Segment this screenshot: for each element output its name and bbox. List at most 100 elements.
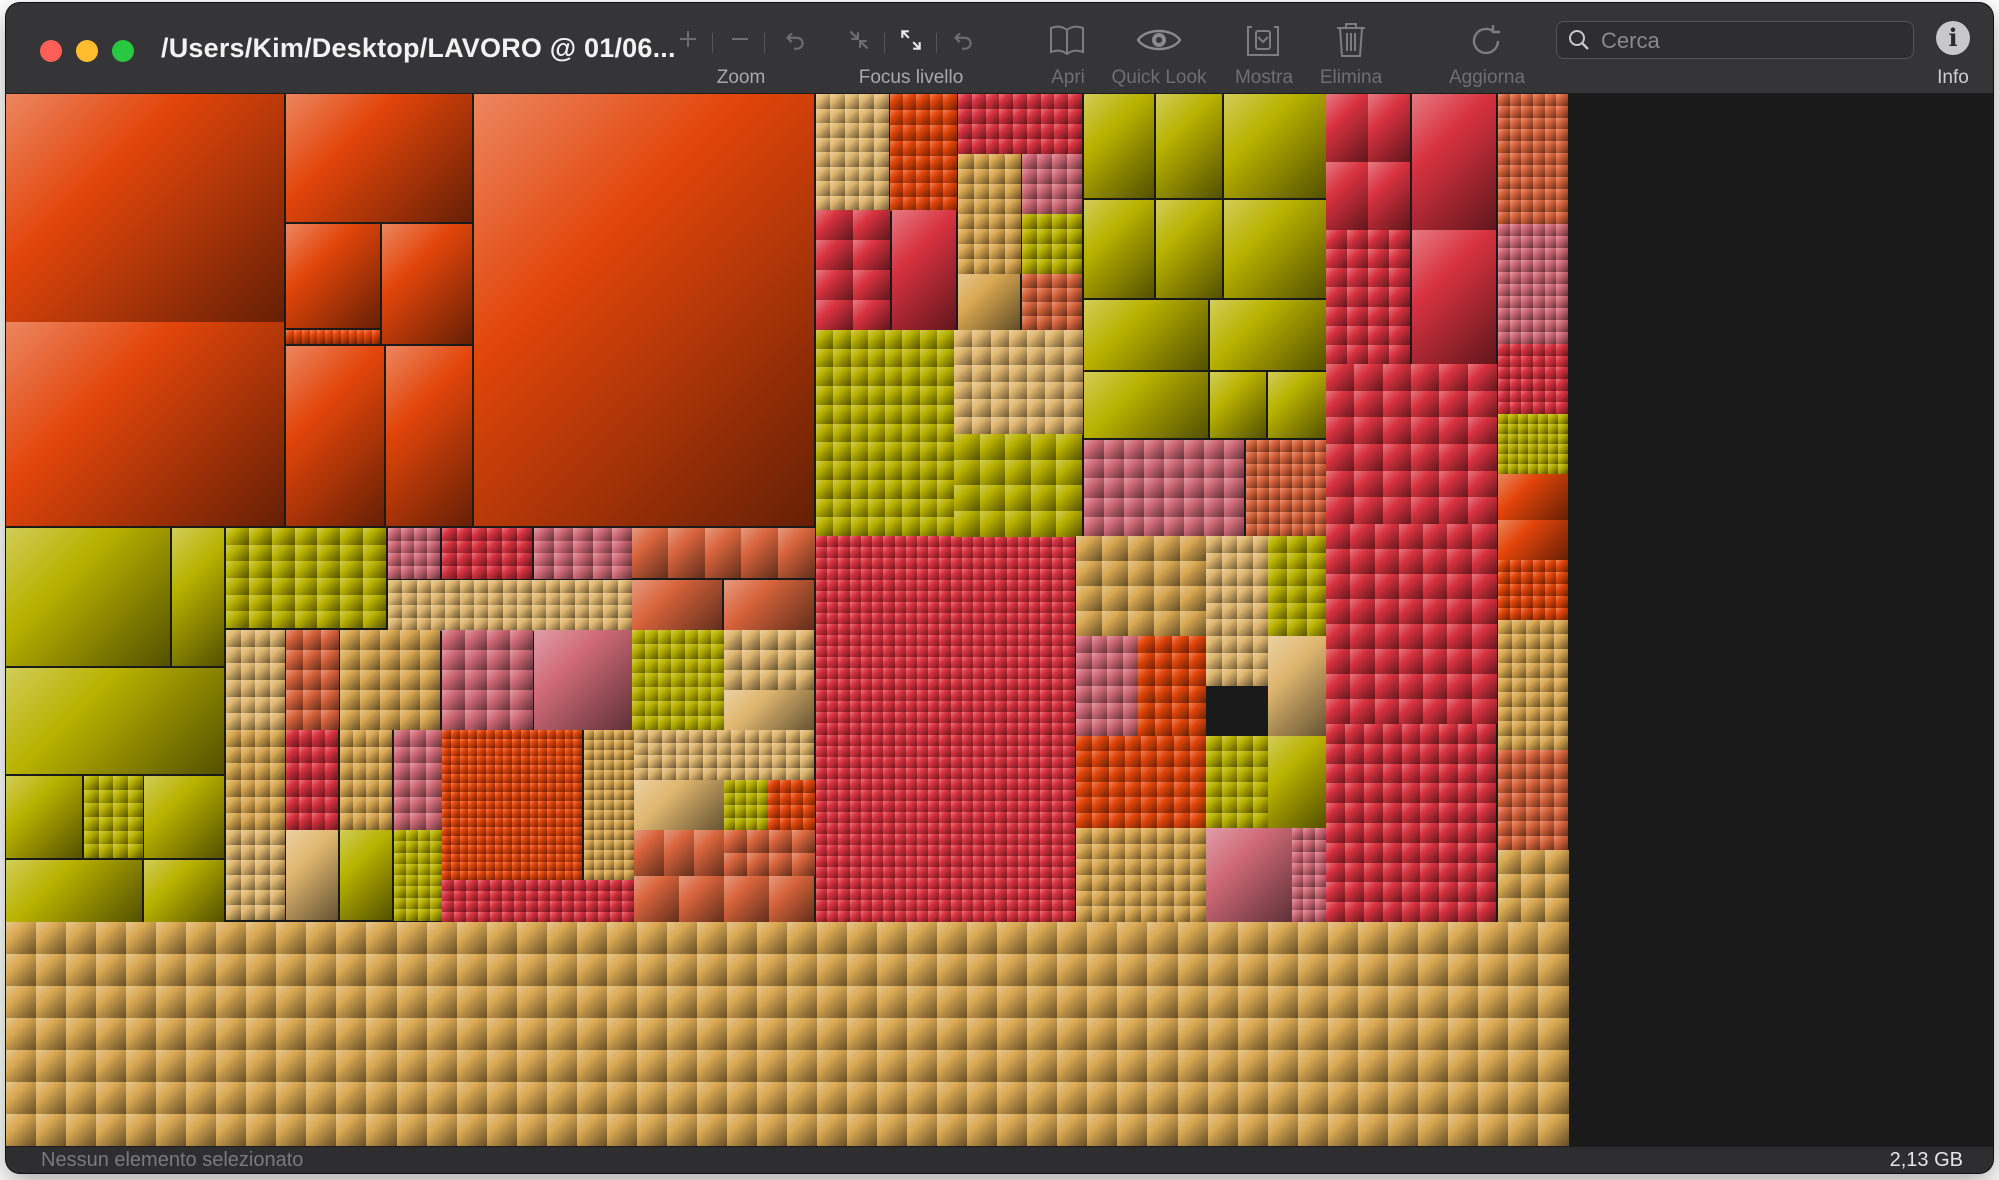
treemap-cell[interactable] (1533, 272, 1545, 284)
treemap-cell[interactable] (1138, 636, 1155, 653)
treemap-cell[interactable] (1141, 844, 1158, 860)
treemap-cell[interactable] (930, 156, 944, 170)
treemap-cell[interactable] (1210, 372, 1266, 438)
treemap-cell[interactable] (1184, 478, 1204, 498)
treemap-cell[interactable] (614, 760, 624, 770)
treemap-cell[interactable] (380, 670, 400, 690)
treemap-cell[interactable] (1556, 153, 1568, 165)
treemap-cell[interactable] (1498, 367, 1510, 379)
treemap-cell[interactable] (1104, 478, 1124, 498)
treemap-cell[interactable] (833, 480, 851, 499)
treemap-cell[interactable] (1174, 859, 1191, 875)
treemap-cell[interactable] (1402, 823, 1421, 843)
treemap-cell[interactable] (1303, 524, 1315, 536)
treemap-cell[interactable] (1528, 454, 1538, 464)
treemap-cell[interactable] (1498, 402, 1510, 414)
treemap-cell[interactable] (845, 196, 860, 211)
treemap-cell[interactable] (341, 330, 349, 344)
treemap-cell[interactable] (512, 818, 521, 827)
treemap-cell[interactable] (1540, 663, 1554, 678)
treemap-cell[interactable] (1418, 986, 1449, 1018)
treemap-cell[interactable] (394, 886, 406, 898)
treemap-cell[interactable] (312, 747, 325, 764)
treemap-cell[interactable] (816, 94, 831, 109)
treemap-cell[interactable] (1448, 922, 1479, 954)
treemap-cell[interactable] (902, 330, 920, 349)
treemap-cell[interactable] (66, 1018, 97, 1050)
treemap-cell[interactable] (503, 765, 512, 774)
treemap-cell[interactable] (1326, 391, 1355, 418)
treemap-cell[interactable] (874, 167, 889, 182)
treemap-cell[interactable] (902, 499, 920, 518)
treemap-cell[interactable] (1206, 797, 1222, 813)
treemap-cell[interactable] (1268, 1082, 1299, 1114)
treemap-cell[interactable] (757, 1082, 788, 1114)
treemap-cell[interactable] (538, 845, 547, 854)
treemap-cell[interactable] (1345, 823, 1364, 843)
treemap-cell[interactable] (472, 553, 487, 566)
treemap-cell[interactable] (1399, 574, 1424, 599)
treemap-cell[interactable] (556, 827, 565, 836)
treemap-cell[interactable] (604, 860, 614, 870)
treemap-cell[interactable] (1354, 364, 1383, 391)
treemap-cell[interactable] (1383, 744, 1402, 764)
treemap-cell[interactable] (547, 809, 556, 818)
treemap-cell[interactable] (711, 716, 725, 731)
treemap-cell[interactable] (1257, 500, 1269, 512)
treemap-cell[interactable] (1350, 599, 1375, 624)
treemap-cell[interactable] (604, 820, 614, 830)
treemap-cell[interactable] (658, 644, 672, 659)
treemap-cell[interactable] (1512, 807, 1526, 822)
treemap-cell[interactable] (1123, 686, 1139, 703)
treemap-cell[interactable] (1498, 248, 1510, 260)
treemap-cell[interactable] (1477, 863, 1496, 883)
treemap-cell[interactable] (172, 528, 224, 666)
treemap-cell[interactable] (991, 399, 1010, 417)
treemap-cell[interactable] (1144, 498, 1164, 518)
treemap-cell[interactable] (1458, 724, 1477, 744)
treemap-cell[interactable] (451, 739, 460, 748)
treemap-cell[interactable] (816, 442, 834, 461)
treemap-cell[interactable] (512, 756, 521, 765)
treemap-cell[interactable] (486, 818, 495, 827)
treemap-cell[interactable] (538, 783, 547, 792)
treemap-cell[interactable] (556, 818, 565, 827)
treemap-cell[interactable] (634, 730, 648, 743)
treemap-cell[interactable] (418, 909, 430, 921)
treemap-cell[interactable] (1027, 417, 1046, 435)
treemap-cell[interactable] (868, 330, 886, 349)
treemap-cell[interactable] (1389, 268, 1410, 288)
treemap-cell[interactable] (907, 1018, 938, 1050)
treemap-cell[interactable] (1498, 663, 1512, 678)
treemap-cell[interactable] (113, 776, 128, 790)
treemap-cell[interactable] (1206, 536, 1222, 553)
treemap-cell[interactable] (1009, 417, 1028, 435)
treemap-cell[interactable] (1498, 296, 1510, 308)
treemap-cell[interactable] (851, 499, 869, 518)
treemap-cell[interactable] (853, 240, 890, 270)
treemap-cell[interactable] (689, 730, 703, 743)
treemap-cell[interactable] (974, 184, 990, 199)
treemap-cell[interactable] (1280, 512, 1292, 524)
treemap-cell[interactable] (340, 830, 392, 920)
treemap-cell[interactable] (1157, 736, 1174, 752)
treemap-cell[interactable] (658, 687, 672, 702)
treemap-cell[interactable] (156, 1114, 187, 1146)
treemap-cell[interactable] (306, 1050, 337, 1082)
treemap-cell[interactable] (360, 690, 380, 710)
treemap-cell[interactable] (671, 687, 685, 702)
treemap-cell[interactable] (698, 687, 712, 702)
treemap-cell[interactable] (556, 809, 565, 818)
treemap-cell[interactable] (406, 909, 418, 921)
treemap-cell[interactable] (1418, 922, 1449, 954)
treemap-cell[interactable] (954, 330, 973, 348)
treemap-cell[interactable] (1087, 1082, 1118, 1114)
treemap-cell[interactable] (986, 109, 1000, 124)
treemap-cell[interactable] (1076, 736, 1093, 752)
treemap-cell[interactable] (1067, 259, 1082, 274)
treemap-cell[interactable] (1526, 807, 1540, 822)
treemap-cell[interactable] (937, 1018, 968, 1050)
treemap-cell[interactable] (1521, 320, 1533, 332)
treemap-cell[interactable] (397, 954, 428, 986)
treemap-cell[interactable] (874, 138, 889, 153)
